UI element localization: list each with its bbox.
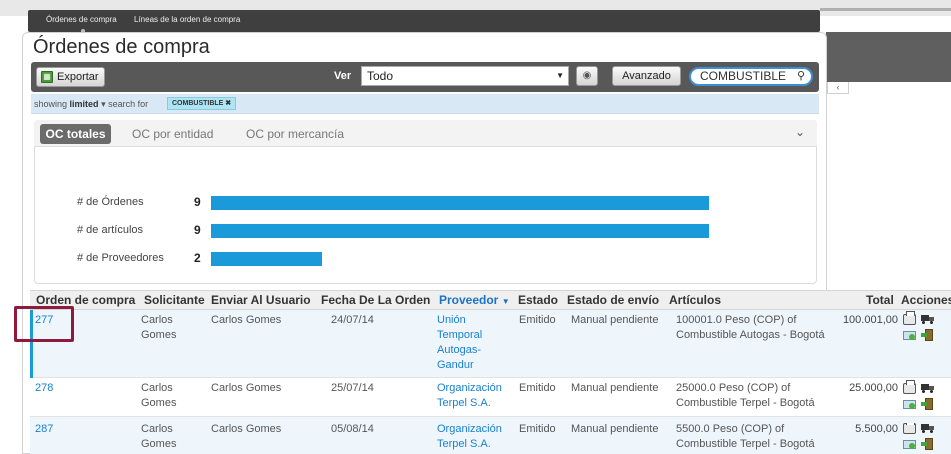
date-cell: 24/07/14 xyxy=(331,314,374,326)
requester-cell: Carlos Gomes xyxy=(141,382,177,409)
send-to-cell: Carlos Gomes xyxy=(211,423,282,435)
items-cell: 100001.0 Peso (COP) of Combustible Autog… xyxy=(676,314,825,341)
exit-door-icon[interactable] xyxy=(921,329,934,341)
supplier-link[interactable]: Organización Terpel S.A. xyxy=(437,381,502,411)
filter-limited-caret-icon[interactable]: ▾ xyxy=(101,99,106,109)
col-header-requester[interactable]: Solicitante xyxy=(144,293,205,307)
top-nav-bar: Órdenes de compra Líneas de la orden de … xyxy=(28,10,820,33)
supplier-link[interactable]: Organización Terpel S.A. xyxy=(437,422,502,452)
advanced-button[interactable]: Avanzado xyxy=(612,66,681,86)
col-header-send-to[interactable]: Enviar Al Usuario xyxy=(211,293,311,307)
email-icon[interactable] xyxy=(903,331,916,340)
row-actions xyxy=(903,380,943,419)
remove-filter-icon[interactable]: ✖ xyxy=(225,100,231,107)
view-label: Ver xyxy=(334,70,352,82)
bar-value-items: 9 xyxy=(194,223,201,237)
email-icon[interactable] xyxy=(903,400,916,409)
col-header-items[interactable]: Artículos xyxy=(669,293,721,307)
filter-bar xyxy=(31,94,819,114)
exit-door-icon[interactable] xyxy=(921,398,934,410)
send-to-cell: Carlos Gomes xyxy=(211,382,282,394)
printer-icon[interactable] xyxy=(903,380,916,394)
col-header-order[interactable]: Orden de compra xyxy=(36,293,135,307)
refresh-icon: ◉ xyxy=(582,70,592,81)
tab-oc-por-entidad[interactable]: OC por entidad xyxy=(132,127,213,141)
search-input-value: COMBUSTIBLE xyxy=(700,69,787,83)
export-button[interactable]: ▦ Exportar xyxy=(36,67,105,87)
col-header-supplier[interactable]: Proveedor ▼ xyxy=(439,293,510,307)
chevron-down-icon[interactable]: ⌄ xyxy=(795,125,805,139)
view-select-value: Todo xyxy=(367,69,394,83)
col-header-total[interactable]: Total xyxy=(866,293,894,307)
exit-door-icon[interactable] xyxy=(921,438,934,450)
truck-icon[interactable] xyxy=(921,423,934,433)
tab-oc-por-mercancia[interactable]: OC por mercancía xyxy=(246,127,344,141)
col-header-status[interactable]: Estado xyxy=(518,293,558,307)
printer-icon[interactable] xyxy=(903,423,916,434)
bar-suppliers xyxy=(211,252,322,266)
status-cell: Emitido xyxy=(519,382,556,394)
email-icon[interactable] xyxy=(903,440,916,449)
search-input[interactable]: COMBUSTIBLE ⚲ xyxy=(689,67,813,86)
filter-chip-label: COMBUSTIBLE xyxy=(172,100,224,107)
items-cell: 25000.0 Peso (COP) of Combustible Terpel… xyxy=(676,382,815,409)
nav-tab-purchase-orders[interactable]: Órdenes de compra xyxy=(46,15,117,24)
bar-value-suppliers: 2 xyxy=(194,251,201,265)
ship-status-cell: Manual pendiente xyxy=(571,382,659,394)
collapse-arrow-icon[interactable]: ‹ xyxy=(827,82,849,94)
total-cell: 5.500,00 xyxy=(855,423,898,435)
requester-cell: Carlos Gomes xyxy=(141,314,177,341)
order-number-link[interactable]: 278 xyxy=(35,381,53,396)
ship-status-cell: Manual pendiente xyxy=(571,314,659,326)
printer-icon[interactable] xyxy=(903,311,916,325)
col-header-ship-status[interactable]: Estado de envío xyxy=(567,293,659,307)
date-cell: 25/07/14 xyxy=(331,382,374,394)
bar-orders xyxy=(211,196,709,210)
total-cell: 100.001,00 xyxy=(842,314,898,326)
right-divider-line xyxy=(820,8,951,11)
col-header-date[interactable]: Fecha De La Orden xyxy=(321,293,430,307)
requester-cell: Carlos Gomes xyxy=(141,423,177,450)
bar-label-items: # de artículos xyxy=(77,224,144,236)
nav-tab-order-lines[interactable]: Líneas de la orden de compra xyxy=(134,15,240,24)
export-label: Exportar xyxy=(57,71,99,83)
refresh-button[interactable]: ◉ xyxy=(576,66,598,86)
truck-icon[interactable] xyxy=(921,314,934,324)
bar-value-orders: 9 xyxy=(194,195,201,209)
search-icon[interactable]: ⚲ xyxy=(797,69,805,84)
col-header-supplier-label: Proveedor xyxy=(439,293,499,307)
dropdown-caret-icon: ▼ xyxy=(556,71,564,80)
items-cell: 5500.0 Peso (COP) of Combustible Terpel … xyxy=(676,423,815,450)
filter-limited-toggle[interactable]: limited xyxy=(70,99,99,109)
tab-oc-totales[interactable]: OC totales xyxy=(40,124,111,144)
bar-items xyxy=(211,224,709,238)
status-cell: Emitido xyxy=(519,314,556,326)
row-actions xyxy=(903,423,943,454)
date-cell: 05/08/14 xyxy=(331,423,374,435)
filter-summary: showing limited ▾ search for xyxy=(34,99,148,110)
total-cell: 25.000,00 xyxy=(849,382,898,394)
ship-status-cell: Manual pendiente xyxy=(571,423,659,435)
order-number-link[interactable]: 287 xyxy=(35,422,53,437)
sort-caret-icon: ▼ xyxy=(501,297,510,306)
filter-search-for-text: search for xyxy=(108,99,149,109)
spreadsheet-icon: ▦ xyxy=(41,71,53,83)
supplier-link[interactable]: Unión Temporal Autogas- Gandur xyxy=(437,313,482,373)
view-select[interactable]: Todo ▼ xyxy=(361,66,569,86)
filter-chip[interactable]: COMBUSTIBLE ✖ xyxy=(167,97,237,110)
row-actions xyxy=(903,311,943,350)
truck-icon[interactable] xyxy=(921,383,934,393)
bar-label-suppliers: # de Proveedores xyxy=(77,252,164,264)
send-to-cell: Carlos Gomes xyxy=(211,314,282,326)
page-title: Órdenes de compra xyxy=(33,36,210,58)
bar-label-orders: # de Órdenes xyxy=(77,196,144,208)
col-header-actions: Acciones xyxy=(901,293,951,307)
right-header-area xyxy=(826,32,951,82)
annotation-highlight-box xyxy=(14,306,74,342)
filter-showing-text: showing xyxy=(34,99,68,109)
status-cell: Emitido xyxy=(519,423,556,435)
